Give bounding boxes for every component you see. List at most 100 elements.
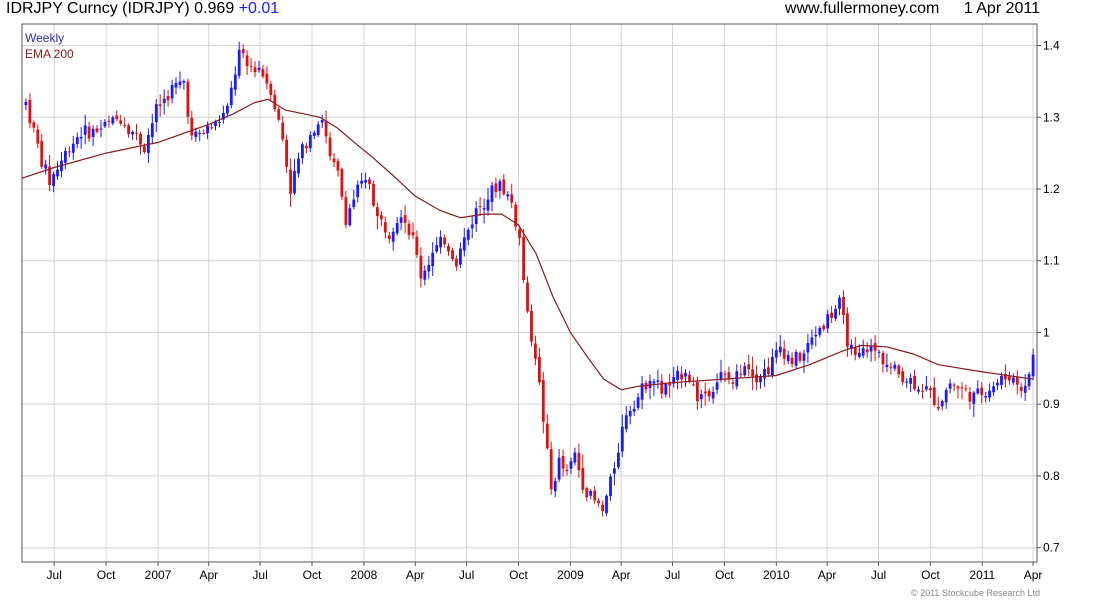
candle-body [561,456,565,469]
candle-body [901,371,905,383]
candle-body [356,184,360,198]
candle-body [249,65,253,67]
candle-body [790,357,794,365]
candle-body [123,124,127,126]
candle-body [569,461,573,469]
candle-body [597,500,600,504]
legend-entry: Weekly [25,31,64,45]
candle-body [443,237,446,245]
candle-body [336,161,340,171]
candle-body [925,386,928,390]
candle-body [952,384,956,386]
candle-body [538,357,541,383]
candle-body [56,169,59,177]
candle-body [680,373,683,380]
candle-body [557,457,561,480]
candle-body [277,109,281,120]
candle-body [893,364,897,369]
candle-body [609,476,612,497]
candle-body [861,348,865,356]
candle-body [948,383,952,389]
candle-body [380,215,383,220]
candle-body [198,133,202,134]
candle-body [478,206,482,208]
candle-body [992,386,995,393]
candle-body [99,128,103,130]
candle-body [968,392,972,402]
candle-body [530,310,533,342]
candle-body [684,372,687,377]
candle-body [411,232,415,236]
x-tick-label: Apr [612,568,631,582]
x-tick-label: 2008 [351,568,378,582]
candle-body [241,49,245,54]
candle-body [921,390,924,392]
candle-body [707,390,711,397]
candle-body [743,366,747,376]
candle-body [229,87,233,106]
candle-body [415,236,419,255]
candle-body [206,125,209,134]
candle-body [218,121,221,123]
candle-body [202,133,206,134]
candle-body [518,229,521,238]
candle-body [407,223,411,235]
candle-body [352,199,356,207]
candle-body [573,452,577,463]
x-tick-label: Oct [97,568,116,582]
candle-body [613,468,616,474]
candle-body [1015,377,1019,385]
candle-body [490,185,494,202]
candle-body [692,384,695,386]
candle-body [545,423,549,449]
candle-body [810,337,814,345]
candle-body [36,129,40,144]
candle-body [312,132,316,136]
candle-body [470,224,474,229]
x-tick-label: 2007 [145,568,172,582]
candle-body [368,179,371,185]
candle-body [956,386,960,389]
x-tick-label: Jul [47,568,62,582]
candle-body [723,373,727,375]
x-tick-label: Apr [406,568,425,582]
candle-body [455,258,458,267]
candle-body [360,180,363,184]
candle-body [818,328,822,335]
candle-body [143,146,146,153]
candle-body [940,401,944,407]
candle-body [510,194,514,203]
candle-body [387,235,391,240]
candle-body [711,392,715,399]
candle-body [498,181,502,191]
candle-body [806,343,810,353]
candle-body [64,150,67,163]
candle-body [399,217,403,223]
candle-body [226,105,229,114]
candle-body [877,351,881,353]
candle-body [364,180,367,183]
candle-body [52,174,55,186]
candle-body [87,126,91,139]
price-chart: 0.7 0.8 0.9 1 1.1 1.2 1.3 1.4 Jul Oct 2007 Apr Jul Oc… [21,23,1060,582]
candle-body [431,252,435,267]
candle-body [154,104,158,123]
x-tick-label: Oct [509,568,528,582]
candle-body [194,131,198,138]
candle-body [182,81,186,83]
candle-body [24,102,28,106]
y-tick-label: 0.7 [1043,541,1060,555]
candle-body [285,139,288,167]
candle-body [620,426,624,452]
candle-body [936,406,940,409]
candle-body [107,120,111,122]
candle-body [316,124,320,135]
candle-body [751,369,754,377]
candle-body [1031,354,1035,377]
y-tick-label: 1 [1043,326,1050,340]
y-tick-label: 0.9 [1043,397,1060,411]
candle-body [715,382,719,390]
x-tick-label: Apr [818,568,837,582]
candle-body [601,504,604,512]
candle-body [589,491,593,496]
